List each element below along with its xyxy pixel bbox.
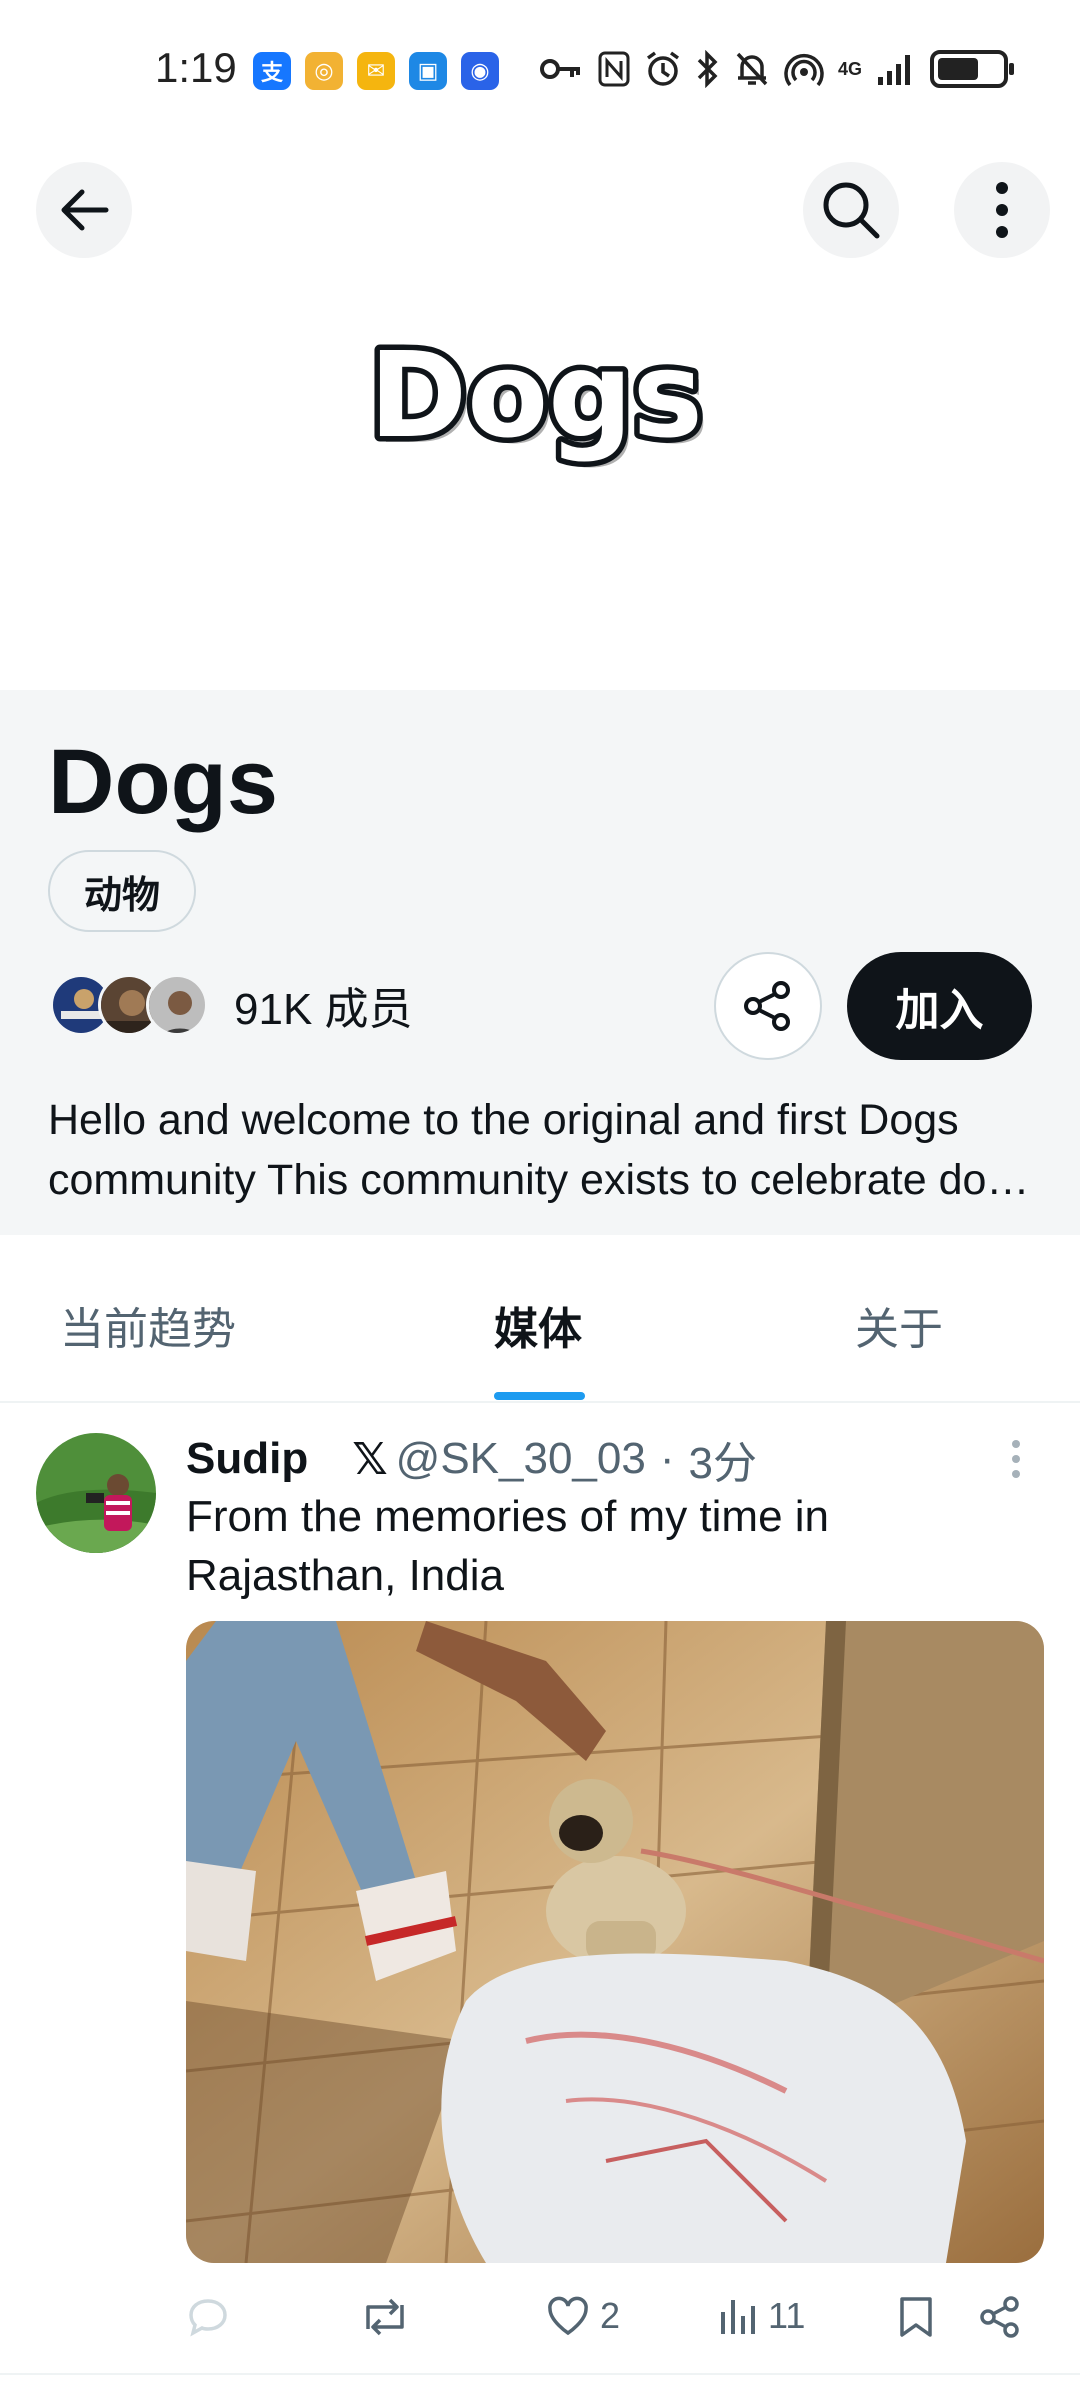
network-type: 4G xyxy=(838,59,863,79)
members-row[interactable]: 91K 成员 xyxy=(50,973,413,1037)
like-button[interactable]: 2 xyxy=(546,2295,620,2337)
tab-media[interactable]: 媒体 xyxy=(494,1293,582,1357)
status-indicators: 4G xyxy=(540,50,1015,88)
members-count: 91K 成员 xyxy=(234,985,413,1034)
heart-icon xyxy=(548,2296,588,2336)
x-logo-icon: 𝕏 xyxy=(352,1434,388,1484)
status-bar: 1:19 支 ◎ ✉ ▣ ◉ 4G xyxy=(0,0,1080,140)
status-app-icons: 支 ◎ ✉ ▣ ◉ xyxy=(253,52,499,90)
bookmark-button[interactable] xyxy=(898,2295,934,2339)
post-actions: 2 11 xyxy=(186,2295,1066,2355)
battery-icon xyxy=(930,50,1015,88)
svg-text:Dogs: Dogs xyxy=(369,330,703,464)
separator-dot: · xyxy=(659,1434,675,1483)
hotspot-icon xyxy=(784,50,824,88)
search-icon xyxy=(823,182,880,239)
repost-button[interactable] xyxy=(360,2295,420,2339)
arrow-left-icon xyxy=(61,189,109,231)
bookmark-icon xyxy=(900,2297,932,2337)
back-button[interactable] xyxy=(36,162,132,258)
community-banner: Dogs Dogs xyxy=(0,270,1080,690)
more-vertical-icon xyxy=(1012,1440,1020,1478)
post-more-button[interactable] xyxy=(1010,1439,1022,1484)
key-icon xyxy=(540,54,584,84)
post-author-handle[interactable]: @SK_30_03 xyxy=(396,1434,646,1484)
more-options-button[interactable] xyxy=(954,162,1050,258)
target-app-icon: ◎ xyxy=(305,52,343,90)
alipay-icon: 支 xyxy=(253,52,291,90)
community-tabs: 当前趋势 媒体 关于 xyxy=(0,1235,1080,1403)
like-count: 2 xyxy=(600,2295,621,2336)
community-info-panel: Dogs 动物 91K 成员 加入 Hello and welcome to t… xyxy=(0,690,1080,1235)
more-vertical-icon xyxy=(996,182,1008,238)
reply-icon xyxy=(189,2299,227,2337)
post-author-name[interactable]: Sudip xyxy=(186,1434,308,1484)
bell-muted-icon xyxy=(734,50,770,88)
search-button[interactable] xyxy=(803,162,899,258)
post-divider xyxy=(0,2373,1080,2375)
views-button[interactable]: 11 xyxy=(718,2295,805,2337)
nfc-icon xyxy=(598,51,630,87)
signal-icon xyxy=(876,51,916,87)
post-author-avatar[interactable] xyxy=(36,1433,156,1553)
post-card[interactable]: Sudip 𝕏 @SK_30_03 · 3分 From the memories… xyxy=(0,1403,1080,2400)
share-button[interactable] xyxy=(714,952,822,1060)
tab-trending[interactable]: 当前趋势 xyxy=(60,1293,236,1357)
join-button[interactable]: 加入 xyxy=(847,952,1032,1060)
post-timestamp: 3分 xyxy=(688,1439,757,1488)
post-share-button[interactable] xyxy=(978,2295,1022,2339)
community-name: Dogs xyxy=(48,731,278,833)
member-avatar xyxy=(146,974,208,1036)
active-tab-indicator xyxy=(494,1392,585,1400)
shopping-app-icon: ▣ xyxy=(409,52,447,90)
bluetooth-icon xyxy=(696,50,720,88)
alarm-icon xyxy=(644,50,682,88)
dogs-logo: Dogs Dogs xyxy=(364,330,709,470)
share-icon xyxy=(744,981,790,1031)
post-text: From the memories of my time in Rajastha… xyxy=(186,1492,830,1600)
shield-app-icon: ◉ xyxy=(461,52,499,90)
post-header: Sudip 𝕏 @SK_30_03 · 3分 xyxy=(186,1427,757,1491)
community-description[interactable]: Hello and welcome to the original and fi… xyxy=(48,1090,1038,1210)
reply-button[interactable] xyxy=(186,2295,240,2339)
views-count: 11 xyxy=(768,2295,806,2336)
status-time: 1:19 xyxy=(155,44,237,91)
repost-icon xyxy=(366,2298,404,2336)
tab-about[interactable]: 关于 xyxy=(855,1293,943,1357)
views-icon xyxy=(721,2300,755,2334)
category-chip[interactable]: 动物 xyxy=(48,850,197,932)
post-image[interactable] xyxy=(186,1621,1044,2263)
mail-app-icon: ✉ xyxy=(357,52,395,90)
share-icon xyxy=(980,2296,1019,2338)
